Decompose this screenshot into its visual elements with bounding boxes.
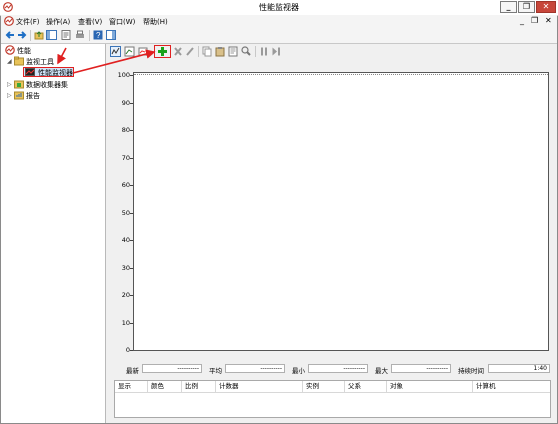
y-tick-label: 70 <box>121 153 130 162</box>
view-log-data-icon[interactable] <box>124 46 135 57</box>
menu-file[interactable]: 文件(F) <box>16 17 40 27</box>
svg-text:?: ? <box>96 31 101 40</box>
perfmon-icon <box>5 45 15 55</box>
y-tick-label: 60 <box>121 181 130 189</box>
delete-counter-icon[interactable] <box>173 46 184 57</box>
inner-close-button[interactable]: ✕ <box>545 16 552 25</box>
folder-icon <box>14 56 24 66</box>
min-label: 最小 <box>292 367 305 375</box>
menu-view[interactable]: 查看(V) <box>78 17 102 27</box>
tree-item-label: 报告 <box>26 92 40 100</box>
toolbar-separator <box>198 46 199 57</box>
properties-icon[interactable] <box>228 46 239 57</box>
y-tick-label: 100 <box>117 71 130 79</box>
column-header-instance[interactable]: 实例 <box>303 381 345 392</box>
column-header-color[interactable]: 颜色 <box>148 381 182 392</box>
report-icon <box>14 91 24 100</box>
y-tick-label: 80 <box>121 126 130 134</box>
max-label: 最大 <box>375 367 388 375</box>
help-icon[interactable]: ? <box>93 30 103 40</box>
graph-area <box>133 72 549 351</box>
tree-item-label: 性能监视器 <box>38 69 73 77</box>
add-counter-plus-icon[interactable] <box>157 46 168 57</box>
toolbar-separator <box>89 30 90 41</box>
avg-label: 平均 <box>209 367 222 375</box>
data-collector-icon <box>14 80 24 89</box>
perfmon-menu-icon[interactable] <box>4 16 14 26</box>
inner-restore-button[interactable]: ❐ <box>531 16 538 25</box>
column-header-object[interactable]: 对象 <box>387 381 473 392</box>
change-graph-type-icon[interactable] <box>138 46 149 57</box>
expand-arrow-icon[interactable]: ▷ <box>7 92 12 99</box>
main-toolbar: ? <box>1 28 557 44</box>
zoom-magnifier-icon[interactable] <box>241 46 252 57</box>
counter-table-header: 显示 颜色 比例 计数器 实例 父系 对象 计算机 <box>115 381 550 393</box>
avg-value: ---------- <box>225 364 285 373</box>
max-value: ---------- <box>391 364 451 373</box>
paste-counter-list-icon[interactable] <box>215 46 226 57</box>
menu-bar: 文件(F) 操作(A) 查看(V) 窗口(W) 帮助(H) _ ❐ ✕ <box>1 15 557 28</box>
navigation-tree: 性能 ◢ 监视工具 性能监视器 ▷ 数据收集器集 ▷ 报告 <box>1 44 106 423</box>
counter-table: 显示 颜色 比例 计数器 实例 父系 对象 计算机 <box>114 380 551 418</box>
menu-window[interactable]: 窗口(W) <box>109 17 135 27</box>
y-axis: 100 90 80 70 60 50 40 30 20 10 0 <box>110 68 134 358</box>
tree-item-performance-monitor[interactable]: 性能监视器 <box>23 67 74 77</box>
back-arrow-icon[interactable] <box>5 30 15 40</box>
highlight-pen-icon[interactable] <box>185 46 196 57</box>
y-tick-label: 20 <box>121 291 130 299</box>
forward-arrow-icon[interactable] <box>17 30 27 40</box>
collapse-arrow-icon[interactable]: ◢ <box>7 58 12 65</box>
graph-toolbar <box>106 44 557 59</box>
toolbar-separator <box>255 46 256 57</box>
last-value: ---------- <box>142 364 202 373</box>
view-current-activity-icon[interactable] <box>110 46 121 57</box>
column-header-computer[interactable]: 计算机 <box>473 381 550 392</box>
menu-help[interactable]: 帮助(H) <box>143 17 168 27</box>
action-pane-icon[interactable] <box>106 30 116 40</box>
y-tick-label: 0 <box>125 346 130 354</box>
toolbar-separator <box>30 30 31 41</box>
menu-action[interactable]: 操作(A) <box>46 17 70 27</box>
min-value: ---------- <box>308 364 368 373</box>
properties-icon[interactable] <box>61 30 71 40</box>
y-tick-label: 40 <box>121 236 130 244</box>
show-hide-tree-icon[interactable] <box>46 30 57 40</box>
duration-value: 1:40 <box>488 364 550 373</box>
chart-icon <box>25 68 35 76</box>
title-bar: 性能监视器 _ ❐ ✕ <box>0 0 558 16</box>
y-tick-label: 30 <box>121 263 130 272</box>
up-folder-icon[interactable] <box>34 30 44 40</box>
copy-properties-icon[interactable] <box>202 46 213 57</box>
inner-minimize-button[interactable]: _ <box>520 16 524 25</box>
window-title: 性能监视器 <box>259 3 299 12</box>
restore-button[interactable]: ❐ <box>518 1 535 13</box>
expand-arrow-icon[interactable]: ▷ <box>7 81 12 88</box>
tree-item-label: 监视工具 <box>26 58 54 66</box>
column-header-show[interactable]: 显示 <box>115 381 148 392</box>
minimize-button[interactable]: _ <box>500 1 517 13</box>
column-header-parent[interactable]: 父系 <box>345 381 387 392</box>
column-header-counter[interactable]: 计数器 <box>216 381 303 392</box>
y-tick-label: 10 <box>121 318 130 327</box>
tree-item-label: 数据收集器集 <box>26 81 68 89</box>
update-data-icon[interactable] <box>271 46 282 57</box>
y-tick-label: 50 <box>121 208 130 217</box>
statistics-bar: 最新 ---------- 平均 ---------- 最小 ---------… <box>114 364 550 375</box>
print-icon[interactable] <box>75 30 85 40</box>
duration-label: 持续时间 <box>458 367 484 375</box>
last-label: 最新 <box>126 367 139 375</box>
tree-item-label: 性能 <box>17 47 31 55</box>
y-tick-label: 90 <box>121 98 130 107</box>
close-button[interactable]: ✕ <box>536 1 556 13</box>
freeze-display-icon[interactable] <box>259 46 270 57</box>
column-header-scale[interactable]: 比例 <box>182 381 216 392</box>
top-gridline <box>134 74 548 76</box>
